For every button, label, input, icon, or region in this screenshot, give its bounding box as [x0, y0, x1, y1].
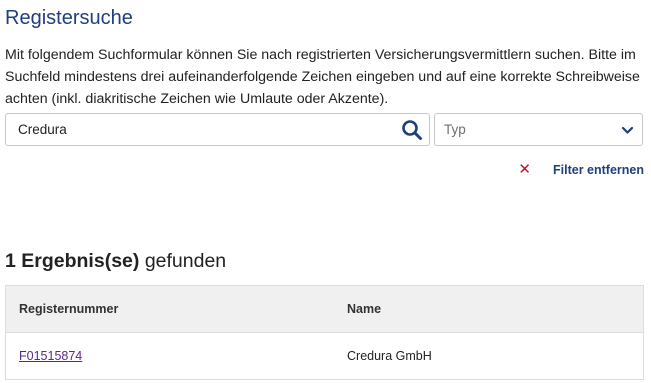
search-icon[interactable]	[401, 119, 423, 141]
results-table: Registernummer Name F01515874 Credura Gm…	[5, 285, 644, 380]
registernummer-cell: F01515874	[6, 349, 347, 363]
page-title: Registersuche	[5, 7, 133, 29]
results-suffix: gefunden	[144, 250, 227, 272]
column-header-registernummer: Registernummer	[19, 302, 119, 316]
registernummer-link[interactable]: F01515874	[19, 349, 82, 363]
search-field	[5, 113, 430, 146]
close-icon: ✕	[518, 161, 531, 178]
table-header: Registernummer Name	[6, 286, 643, 333]
table-row: F01515874 Credura GmbH	[6, 333, 643, 379]
type-select-placeholder: Typ	[444, 122, 466, 137]
type-select[interactable]: Typ	[434, 113, 643, 146]
search-form: Typ	[5, 113, 643, 146]
intro-text: Mit folgendem Suchformular können Sie na…	[5, 47, 640, 107]
search-input[interactable]	[6, 114, 398, 145]
remove-filter-button[interactable]: ✕ Filter entfernen	[518, 162, 644, 178]
results-heading: 1 Ergebnis(se) gefunden	[5, 249, 226, 273]
column-header-name: Name	[347, 302, 382, 316]
results-count: 1 Ergebnis(se)	[5, 250, 140, 272]
register-search-page: Registersuche Mit folgendem Suchformular…	[0, 0, 651, 383]
chevron-down-icon	[621, 124, 634, 137]
remove-filter-label: Filter entfernen	[553, 163, 644, 177]
name-cell: Credura GmbH	[347, 349, 432, 363]
